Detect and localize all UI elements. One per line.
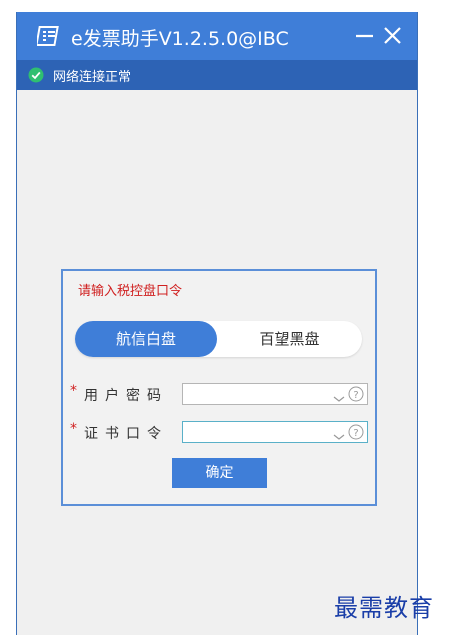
required-mark: * (70, 421, 77, 437)
question-circle-icon[interactable]: ? (348, 386, 364, 402)
network-status-text: 网络连接正常 (53, 70, 132, 85)
invoice-app-icon (35, 25, 61, 47)
certificate-password-label: 证书口令 (84, 426, 168, 442)
password-dialog: 请输入税控盘口令 航信白盘 百望黑盘 * 用户密码 ? * 证书口令 ? 确定 (61, 269, 377, 506)
window-title: e发票助手V1.2.5.0@IBC (71, 28, 289, 50)
required-mark: * (70, 383, 77, 399)
svg-text:?: ? (353, 390, 358, 401)
minimize-button[interactable] (351, 22, 379, 50)
user-password-label: 用户密码 (84, 388, 168, 404)
disk-type-toggle: 航信白盘 百望黑盘 (75, 321, 362, 357)
check-circle-icon (28, 67, 44, 83)
svg-text:?: ? (353, 428, 358, 439)
title-bar[interactable]: e发票助手V1.2.5.0@IBC (17, 12, 417, 60)
close-button[interactable] (379, 22, 407, 50)
confirm-button[interactable]: 确定 (172, 458, 267, 488)
status-bar: 网络连接正常 (17, 60, 417, 90)
app-window: e发票助手V1.2.5.0@IBC 网络连接正常 请输入税控盘口令 航信白盘 百… (16, 12, 418, 635)
toggle-option-baiwang[interactable]: 百望黑盘 (217, 321, 362, 357)
toggle-option-hangxin[interactable]: 航信白盘 (75, 321, 217, 357)
close-icon (384, 27, 401, 44)
question-circle-icon[interactable]: ? (348, 424, 364, 440)
minimize-icon (356, 34, 373, 38)
watermark-logo: 最需教育 (334, 594, 434, 622)
dialog-title: 请输入税控盘口令 (78, 284, 183, 299)
chevron-down-icon[interactable] (333, 389, 345, 402)
chevron-down-icon[interactable] (333, 427, 345, 440)
